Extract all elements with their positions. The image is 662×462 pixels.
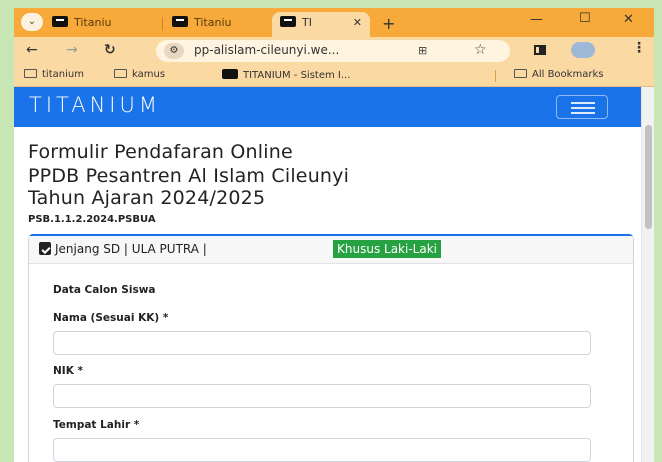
bookmark-titanium-sistem[interactable]: TITANIUM - Sistem I...: [222, 69, 350, 81]
all-bookmarks-label: All Bookmarks: [532, 69, 604, 80]
tab-1[interactable]: Titaniu: [52, 12, 154, 37]
titanium-favicon-icon: [172, 16, 188, 27]
side-panel-icon[interactable]: [534, 45, 546, 55]
gender-badge: Khusus Laki-Laki: [333, 240, 441, 258]
clipboard-check-icon: [39, 242, 51, 255]
bookmark-star-icon[interactable]: ☆: [474, 42, 487, 58]
tab-2-title: Titaniu: [194, 16, 232, 29]
tab-separator: [162, 17, 163, 31]
tab-3-title: TI: [302, 16, 312, 29]
bookmark-label: kamus: [132, 69, 166, 80]
all-bookmarks-folder[interactable]: All Bookmarks: [514, 69, 603, 80]
nik-input[interactable]: [53, 384, 591, 408]
form-code: PSB.1.1.2.2024.PSBUA: [28, 214, 156, 225]
bookmark-folder-kamus[interactable]: kamus: [114, 69, 165, 80]
maximize-button[interactable]: ☐: [579, 11, 591, 26]
reload-icon[interactable]: ↻: [104, 42, 116, 58]
tab-strip: ⌄ Titaniu Titaniu TI ✕ + — ☐ ✕: [14, 8, 654, 37]
card-header-text: Jenjang SD | ULA PUTRA |: [55, 242, 207, 256]
tab-2[interactable]: Titaniu: [172, 12, 264, 37]
new-tab-button[interactable]: +: [382, 14, 395, 33]
site-logo[interactable]: TITANIUM: [29, 93, 161, 117]
label-nama: Nama (Sesuai KK) *: [53, 312, 169, 324]
tab-search-button[interactable]: ⌄: [21, 13, 43, 31]
bookmark-folder-titanium[interactable]: titanium: [24, 69, 84, 80]
page-title-line-2: PPDB Pesantren Al Islam Cileunyi: [28, 165, 350, 187]
label-tempat-lahir: Tempat Lahir *: [53, 419, 140, 431]
folder-icon: [24, 69, 37, 78]
folder-icon: [514, 69, 527, 78]
tab-close-icon[interactable]: ✕: [353, 12, 362, 34]
titanium-favicon-icon: [222, 69, 238, 79]
label-nik: NIK *: [53, 365, 83, 377]
titanium-favicon-icon: [280, 16, 296, 27]
site-settings-icon[interactable]: ⚙: [164, 43, 184, 59]
tab-3-active[interactable]: TI ✕: [272, 12, 370, 37]
card-header: Jenjang SD | ULA PUTRA | Khusus Laki-Lak…: [29, 236, 633, 264]
tempat-lahir-input[interactable]: [53, 438, 591, 462]
site-navbar: TITANIUM: [14, 87, 641, 127]
page-scrollbar[interactable]: [641, 87, 654, 462]
close-window-button[interactable]: ✕: [623, 12, 634, 27]
url-text: pp-alislam-cileunyi.we...: [194, 43, 340, 57]
registration-card: Jenjang SD | ULA PUTRA | Khusus Laki-Lak…: [28, 234, 634, 462]
scrollbar-thumb[interactable]: [645, 125, 652, 229]
browser-menu-icon[interactable]: ⋮: [632, 40, 646, 56]
browser-toolbar: ← → ↻ ⚙ pp-alislam-cileunyi.we... ⊞ ☆ ⋮: [14, 37, 654, 65]
page-title-line-3: Tahun Ajaran 2024/2025: [28, 187, 266, 209]
bookmarks-bar: titanium kamus TITANIUM - Sistem I... Al…: [14, 65, 654, 87]
bookmark-label: titanium: [42, 69, 84, 80]
section-title: Data Calon Siswa: [53, 284, 156, 296]
folder-icon: [114, 69, 127, 78]
back-arrow-icon[interactable]: ←: [26, 42, 38, 58]
nama-input[interactable]: [53, 331, 591, 355]
browser-window: ⌄ Titaniu Titaniu TI ✕ + — ☐ ✕ ← → ↻ ⚙ p…: [14, 8, 654, 462]
hamburger-menu-icon[interactable]: [556, 95, 608, 119]
bookmark-separator: [495, 70, 496, 82]
translate-icon[interactable]: ⊞: [418, 44, 427, 57]
page-viewport: TITANIUM Formulir Pendafaran Online PPDB…: [14, 87, 654, 462]
bookmark-label: TITANIUM - Sistem I...: [243, 70, 351, 81]
titanium-favicon-icon: [52, 16, 68, 27]
tab-1-title: Titaniu: [74, 16, 112, 29]
profile-avatar-icon[interactable]: [571, 42, 595, 58]
forward-arrow-icon[interactable]: →: [66, 42, 78, 58]
page-title-line-1: Formulir Pendafaran Online: [28, 141, 293, 163]
address-bar[interactable]: ⚙ pp-alislam-cileunyi.we... ⊞ ☆: [156, 40, 510, 62]
minimize-button[interactable]: —: [530, 12, 543, 27]
